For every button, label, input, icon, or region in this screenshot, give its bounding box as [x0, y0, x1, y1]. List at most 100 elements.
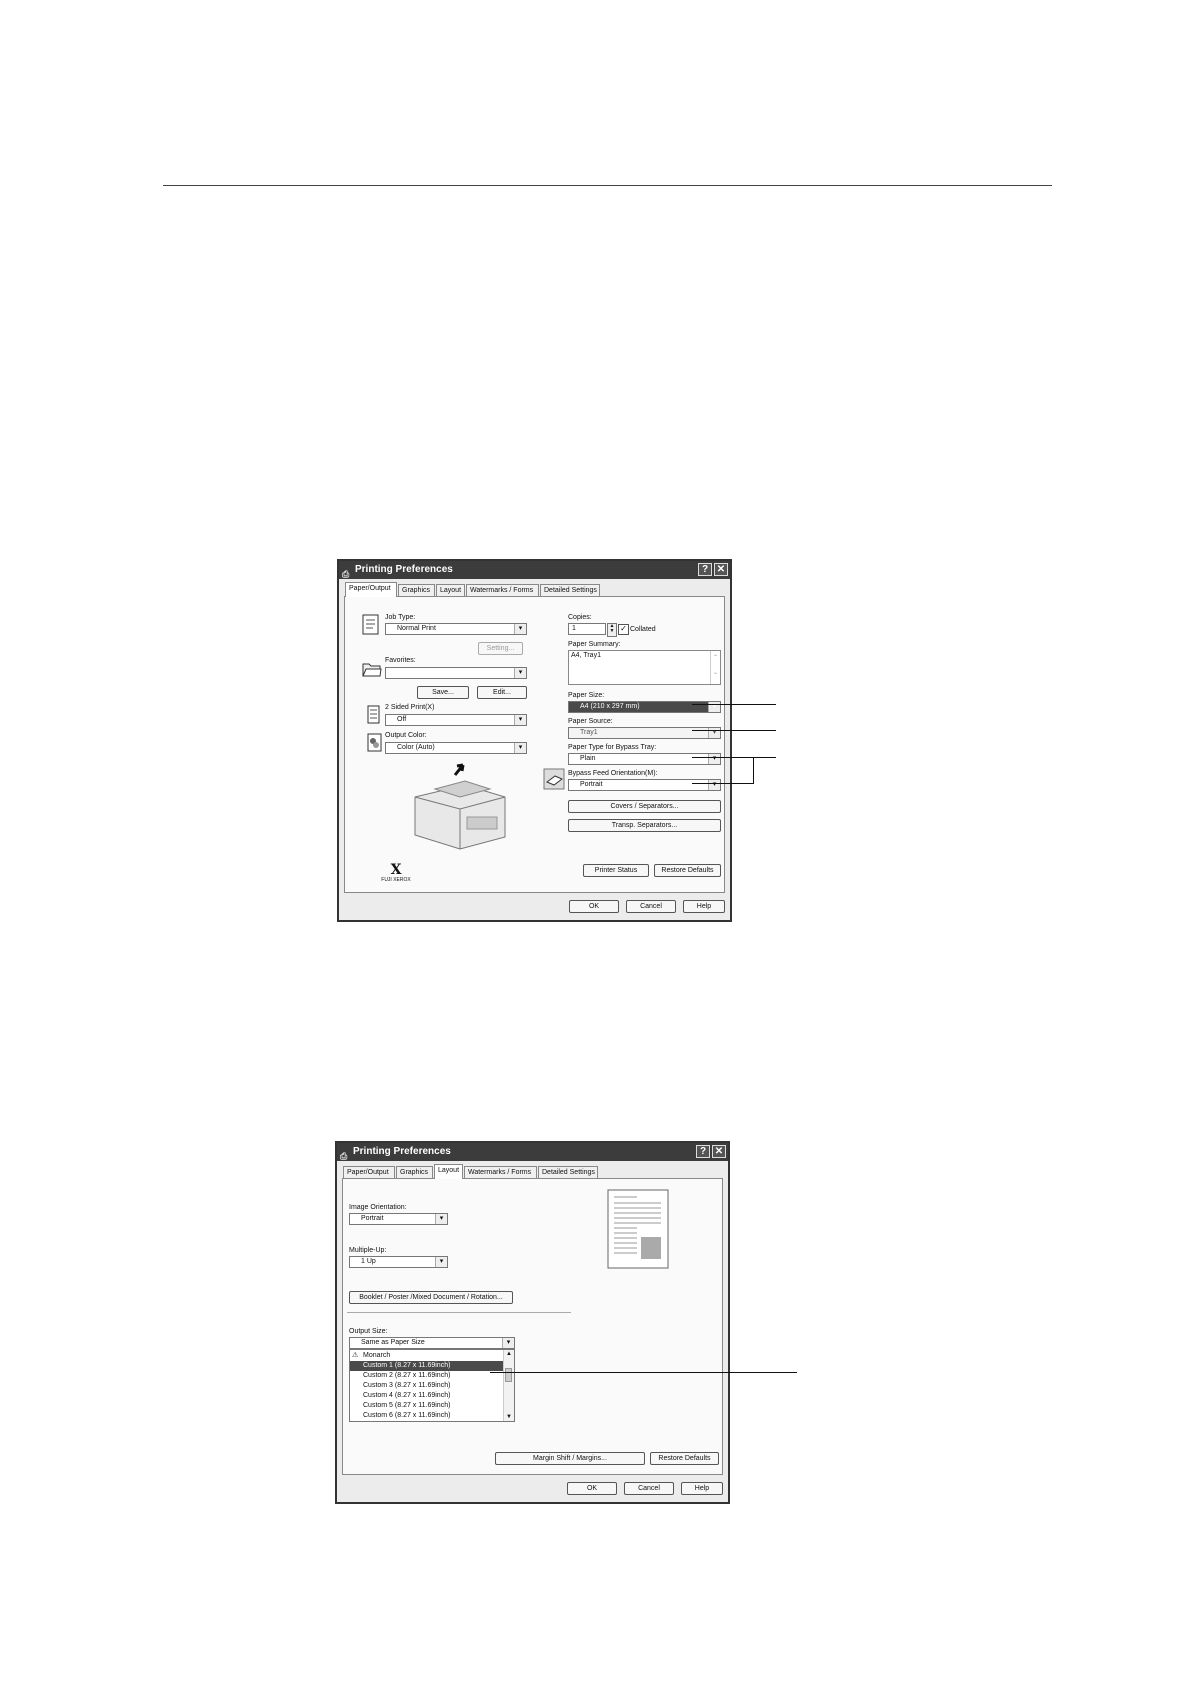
list-item[interactable]: Custom 4 (8.27 x 11.69inch)	[350, 1391, 503, 1401]
bypass-tray-icon	[543, 768, 565, 790]
chevron-down-icon[interactable]: ▾	[435, 1257, 447, 1267]
copies-input[interactable]: 1	[568, 623, 606, 635]
help-button[interactable]: Help	[681, 1482, 723, 1495]
list-item[interactable]: Custom 5 (8.27 x 11.69inch)	[350, 1401, 503, 1411]
two-sided-print-select[interactable]: Off ▾	[385, 714, 527, 726]
scroll-up-arrow[interactable]: ▲	[504, 1350, 514, 1358]
help-title-button[interactable]: ?	[698, 563, 712, 576]
job-type-label: Job Type:	[385, 614, 416, 621]
paper-size-select[interactable]: A4 (210 x 297 mm) ▾	[568, 701, 721, 713]
ok-button[interactable]: OK	[569, 900, 619, 913]
printer-icon: ⎙	[342, 569, 350, 579]
chevron-down-icon[interactable]: ▾	[708, 780, 720, 790]
output-color-label: Output Color:	[385, 732, 427, 739]
scroll-down-arrow[interactable]: ▼	[504, 1413, 514, 1421]
image-orientation-select[interactable]: Portrait ▾	[349, 1213, 448, 1225]
printer-illustration	[414, 763, 506, 850]
favorites-label: Favorites:	[385, 657, 416, 664]
ok-button[interactable]: OK	[567, 1482, 617, 1495]
edit-favorites-button[interactable]: Edit...	[477, 686, 527, 699]
close-icon[interactable]: ✕	[712, 1145, 726, 1158]
logo-text: FUJI XEROX	[381, 877, 411, 883]
chevron-down-icon[interactable]: ▾	[514, 668, 526, 678]
chevron-down-icon[interactable]: ▾	[514, 624, 526, 634]
multiple-up-select[interactable]: 1 Up ▾	[349, 1256, 448, 1268]
scroll-thumb[interactable]	[505, 1368, 512, 1382]
list-item[interactable]: Custom 3 (8.27 x 11.69inch)	[350, 1381, 503, 1391]
output-color-select[interactable]: Color (Auto) ▾	[385, 742, 527, 754]
cancel-button[interactable]: Cancel	[626, 900, 676, 913]
favorites-folder-icon	[362, 663, 382, 677]
output-size-select[interactable]: Same as Paper Size ▾	[349, 1337, 515, 1349]
chevron-down-icon[interactable]: ▾	[514, 715, 526, 725]
multiple-up-label: Multiple-Up:	[349, 1247, 387, 1254]
bypass-feed-orientation-select[interactable]: Portrait ▾	[568, 779, 721, 791]
callout-line-bypass-orientation	[692, 783, 754, 784]
job-type-select[interactable]: Normal Print ▾	[385, 623, 527, 635]
printing-preferences-dialog-paper-output: ⎙ Printing Preferences ? ✕ Paper/Output …	[337, 559, 732, 922]
chevron-down-icon[interactable]: ▾	[514, 743, 526, 753]
favorites-select[interactable]: ▾	[385, 667, 527, 679]
setting-button[interactable]: Setting...	[478, 642, 523, 655]
margin-shift-button[interactable]: Margin Shift / Margins...	[495, 1452, 645, 1465]
list-item[interactable]: ⚠ Monarch	[350, 1351, 503, 1361]
paper-source-select[interactable]: Tray1 ▾	[568, 727, 721, 739]
image-orientation-value: Portrait	[361, 1215, 384, 1222]
paper-type-bypass-label: Paper Type for Bypass Tray:	[568, 744, 657, 751]
restore-defaults-button[interactable]: Restore Defaults	[650, 1452, 719, 1465]
title-bar[interactable]: ⎙ Printing Preferences ? ✕	[337, 1143, 728, 1161]
page-preview-image	[607, 1189, 669, 1269]
job-type-value: Normal Print	[397, 625, 436, 632]
restore-defaults-button[interactable]: Restore Defaults	[654, 864, 721, 877]
image-orientation-label: Image Orientation:	[349, 1204, 407, 1211]
paper-type-bypass-select[interactable]: Plain ▾	[568, 753, 721, 765]
printer-status-button[interactable]: Printer Status	[583, 864, 649, 877]
output-size-value: Same as Paper Size	[361, 1339, 425, 1346]
paper-summary-scrollbar[interactable]: ⌃ ⌄	[710, 651, 720, 684]
bypass-feed-orientation-value: Portrait	[580, 781, 603, 788]
callout-line-paper-source	[692, 730, 776, 731]
output-color-value: Color (Auto)	[397, 744, 435, 751]
title-bar[interactable]: ⎙ Printing Preferences ? ✕	[339, 561, 730, 579]
paper-size-value: A4 (210 x 297 mm)	[580, 703, 640, 710]
list-item[interactable]: Custom 6 (8.27 x 11.69inch)	[350, 1411, 503, 1421]
callout-line-bracket	[753, 757, 776, 758]
close-icon[interactable]: ✕	[714, 563, 728, 576]
callout-line-paper-size	[692, 704, 776, 705]
callout-bracket	[753, 757, 754, 784]
page-header-rule	[163, 185, 1052, 186]
copies-value: 1	[572, 625, 576, 632]
collated-checkbox[interactable]: ✓	[618, 624, 629, 635]
callout-line-paper-type	[692, 757, 754, 758]
paper-type-bypass-value: Plain	[580, 755, 596, 762]
help-button[interactable]: Help	[683, 900, 725, 913]
multiple-up-value: 1 Up	[361, 1258, 376, 1265]
cancel-button[interactable]: Cancel	[624, 1482, 674, 1495]
dialog-title: Printing Preferences	[355, 564, 453, 575]
paper-summary-value: A4, Tray1	[571, 652, 601, 659]
tab-panel: Job Type: Normal Print ▾ Setting... Favo…	[344, 596, 725, 893]
output-size-dropdown-list[interactable]: ⚠ Monarch Custom 1 (8.27 x 11.69inch) Cu…	[349, 1349, 515, 1422]
paper-source-value: Tray1	[580, 729, 598, 736]
list-item-highlighted[interactable]: Custom 1 (8.27 x 11.69inch)	[350, 1361, 503, 1371]
booklet-poster-button[interactable]: Booklet / Poster /Mixed Document / Rotat…	[349, 1291, 513, 1304]
chevron-down-icon[interactable]: ▾	[502, 1338, 514, 1348]
fuji-xerox-logo: X FUJI XEROX	[379, 863, 413, 883]
chevron-down-icon[interactable]: ▾	[435, 1214, 447, 1224]
save-favorites-button[interactable]: Save...	[417, 686, 469, 699]
two-sided-print-value: Off	[397, 716, 407, 723]
list-scrollbar[interactable]: ▲ ▼	[503, 1350, 514, 1421]
tab-panel: Image Orientation: Portrait ▾ Multiple-U…	[342, 1178, 723, 1475]
paper-source-label: Paper Source:	[568, 718, 613, 725]
list-item[interactable]: Custom 2 (8.27 x 11.69inch)	[350, 1371, 503, 1381]
copies-spinner[interactable]: ▲ ▼	[607, 623, 617, 637]
callout-line-custom-size	[490, 1372, 797, 1373]
warning-icon: ⚠	[352, 1352, 359, 1359]
printer-icon: ⎙	[340, 1151, 348, 1161]
transp-separators-button[interactable]: Transp. Separators...	[568, 819, 721, 832]
tab-paper-output[interactable]: Paper/Output	[345, 582, 397, 597]
help-title-button[interactable]: ?	[696, 1145, 710, 1158]
covers-separators-button[interactable]: Covers / Separators...	[568, 800, 721, 813]
tab-layout[interactable]: Layout	[434, 1164, 463, 1179]
chevron-down-icon[interactable]: ▾	[708, 754, 720, 764]
